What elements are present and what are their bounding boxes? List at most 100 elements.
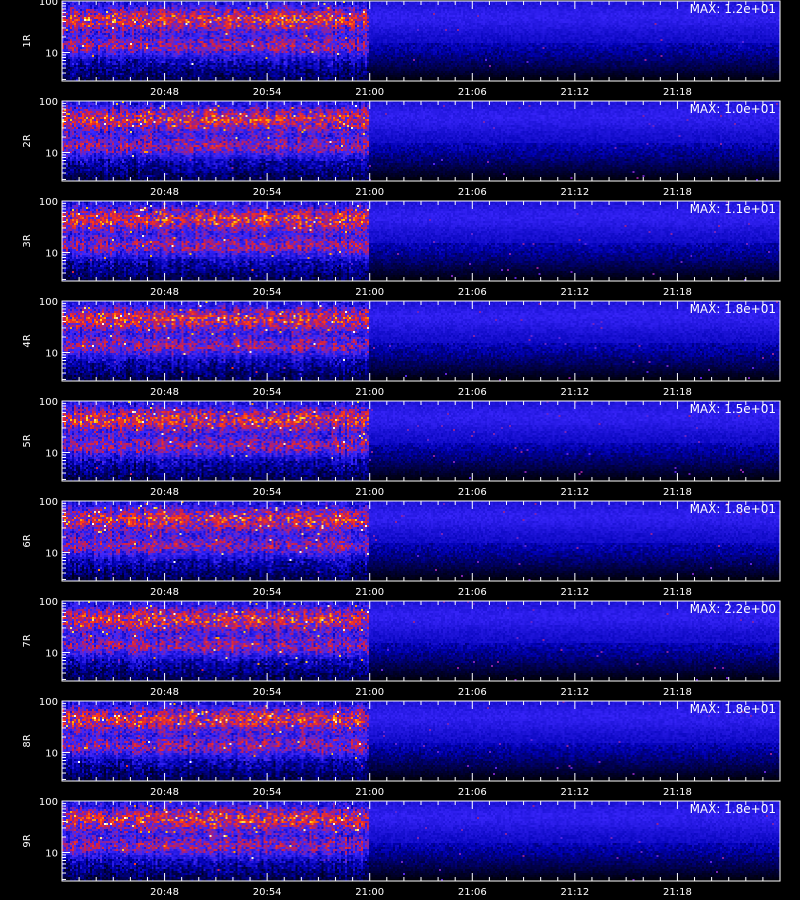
y-tick-label: 100 xyxy=(39,97,58,108)
y-tick-label: 10 xyxy=(45,249,58,260)
x-tick-label: 20:54 xyxy=(253,787,282,798)
x-tick-label: 21:00 xyxy=(355,287,384,298)
x-tick-label: 20:48 xyxy=(150,287,179,298)
x-tick-label: 21:06 xyxy=(458,87,487,98)
x-tick-label: 20:48 xyxy=(150,187,179,198)
max-value-label: MAX: 1.8e+01 xyxy=(690,702,776,716)
panel-label: 8R xyxy=(22,734,33,747)
y-tick-label: 100 xyxy=(39,0,58,8)
x-tick-label: 21:12 xyxy=(560,687,589,698)
x-tick-label: 21:00 xyxy=(355,487,384,498)
x-tick-label: 21:06 xyxy=(458,187,487,198)
x-tick-label: 20:54 xyxy=(253,287,282,298)
max-value-label: MAX: 1.5e+01 xyxy=(690,402,776,416)
y-tick-label: 100 xyxy=(39,697,58,708)
y-tick-label: 10 xyxy=(45,749,58,760)
panel-label: 5R xyxy=(22,434,33,447)
spectrogram-panel-4R: 10 100 20:48 20:54 21:00 21:06 21:12 21:18 4R MAX… xyxy=(22,297,781,398)
y-tick-label: 10 xyxy=(45,549,58,560)
x-tick-label: 21:06 xyxy=(458,587,487,598)
spectrogram-panel-7R: 10 100 20:48 20:54 21:00 21:06 21:12 21:18 7R MAX… xyxy=(22,597,781,698)
y-tick-label: 100 xyxy=(39,297,58,308)
spectrogram-figure: 10 100 20:48 20:54 21:00 21:06 21:12 21:18 1R MAX… xyxy=(0,0,800,900)
y-tick-label: 10 xyxy=(45,849,58,860)
x-tick-label: 20:48 xyxy=(150,787,179,798)
y-tick-label: 100 xyxy=(39,397,58,408)
spectrogram-stack: 10 100 20:48 20:54 21:00 21:06 21:12 21:18 1R MAX… xyxy=(22,0,781,898)
x-tick-label: 21:06 xyxy=(458,887,487,898)
x-tick-label: 21:18 xyxy=(663,287,692,298)
x-tick-label: 20:48 xyxy=(150,587,179,598)
x-tick-label: 20:48 xyxy=(150,887,179,898)
panel-label: 2R xyxy=(22,134,33,147)
x-tick-label: 21:12 xyxy=(560,487,589,498)
x-tick-label: 21:12 xyxy=(560,187,589,198)
x-tick-label: 20:54 xyxy=(253,387,282,398)
max-value-label: MAX: 2.2e+00 xyxy=(690,602,776,616)
y-tick-label: 10 xyxy=(45,449,58,460)
spectrogram-panel-2R: 10 100 20:48 20:54 21:00 21:06 21:12 21:18 2R MAX… xyxy=(22,97,781,198)
max-value-label: MAX: 1.2e+01 xyxy=(690,2,776,16)
x-tick-label: 21:00 xyxy=(355,887,384,898)
y-tick-label: 100 xyxy=(39,797,58,808)
x-tick-label: 20:54 xyxy=(253,887,282,898)
x-tick-label: 20:48 xyxy=(150,487,179,498)
x-tick-label: 21:18 xyxy=(663,787,692,798)
heatmap-image xyxy=(62,401,780,481)
x-tick-label: 21:18 xyxy=(663,487,692,498)
x-tick-label: 21:00 xyxy=(355,187,384,198)
heatmap-image xyxy=(62,501,780,581)
max-value-label: MAX: 1.8e+01 xyxy=(690,502,776,516)
max-value-label: MAX: 1.8e+01 xyxy=(690,302,776,316)
x-tick-label: 21:18 xyxy=(663,887,692,898)
x-tick-label: 21:06 xyxy=(458,787,487,798)
panel-label: 7R xyxy=(22,634,33,647)
x-tick-label: 21:06 xyxy=(458,487,487,498)
x-tick-label: 21:18 xyxy=(663,587,692,598)
x-tick-label: 20:54 xyxy=(253,587,282,598)
x-tick-label: 20:54 xyxy=(253,687,282,698)
spectrogram-panel-6R: 10 100 20:48 20:54 21:00 21:06 21:12 21:18 6R MAX… xyxy=(22,497,781,598)
y-tick-label: 10 xyxy=(45,149,58,160)
max-value-label: MAX: 1.8e+01 xyxy=(690,802,776,816)
y-tick-label: 100 xyxy=(39,497,58,508)
x-tick-label: 21:18 xyxy=(663,387,692,398)
y-tick-label: 10 xyxy=(45,49,58,60)
x-tick-label: 21:00 xyxy=(355,387,384,398)
x-tick-label: 21:00 xyxy=(355,787,384,798)
x-tick-label: 21:18 xyxy=(663,687,692,698)
x-tick-label: 20:48 xyxy=(150,687,179,698)
x-tick-label: 21:18 xyxy=(663,187,692,198)
heatmap-image xyxy=(62,201,780,281)
panel-label: 3R xyxy=(22,234,33,247)
heatmap-image xyxy=(62,1,780,81)
x-tick-label: 21:18 xyxy=(663,87,692,98)
spectrogram-panel-8R: 10 100 20:48 20:54 21:00 21:06 21:12 21:18 8R MAX… xyxy=(22,697,781,798)
panel-label: 9R xyxy=(22,834,33,847)
x-tick-label: 21:12 xyxy=(560,287,589,298)
max-value-label: MAX: 1.0e+01 xyxy=(690,102,776,116)
x-tick-label: 20:48 xyxy=(150,387,179,398)
x-tick-label: 21:06 xyxy=(458,287,487,298)
x-tick-label: 21:12 xyxy=(560,387,589,398)
spectrogram-panel-1R: 10 100 20:48 20:54 21:00 21:06 21:12 21:18 1R MAX… xyxy=(22,0,781,98)
heatmap-image xyxy=(62,801,780,881)
heatmap-image xyxy=(62,101,780,181)
heatmap-image xyxy=(62,701,780,781)
heatmap-image xyxy=(62,301,780,381)
x-tick-label: 21:00 xyxy=(355,87,384,98)
y-tick-label: 100 xyxy=(39,197,58,208)
x-tick-label: 21:06 xyxy=(458,387,487,398)
panel-label: 6R xyxy=(22,534,33,547)
heatmap-image xyxy=(62,601,780,681)
spectrogram-panel-5R: 10 100 20:48 20:54 21:00 21:06 21:12 21:18 5R MAX… xyxy=(22,397,781,498)
x-tick-label: 21:00 xyxy=(355,687,384,698)
x-tick-label: 21:12 xyxy=(560,887,589,898)
x-tick-label: 20:54 xyxy=(253,87,282,98)
spectrogram-panel-3R: 10 100 20:48 20:54 21:00 21:06 21:12 21:18 3R MAX… xyxy=(22,197,781,298)
x-tick-label: 20:54 xyxy=(253,187,282,198)
x-tick-label: 21:12 xyxy=(560,587,589,598)
panel-label: 4R xyxy=(22,334,33,347)
y-tick-label: 10 xyxy=(45,649,58,660)
x-tick-label: 21:12 xyxy=(560,87,589,98)
